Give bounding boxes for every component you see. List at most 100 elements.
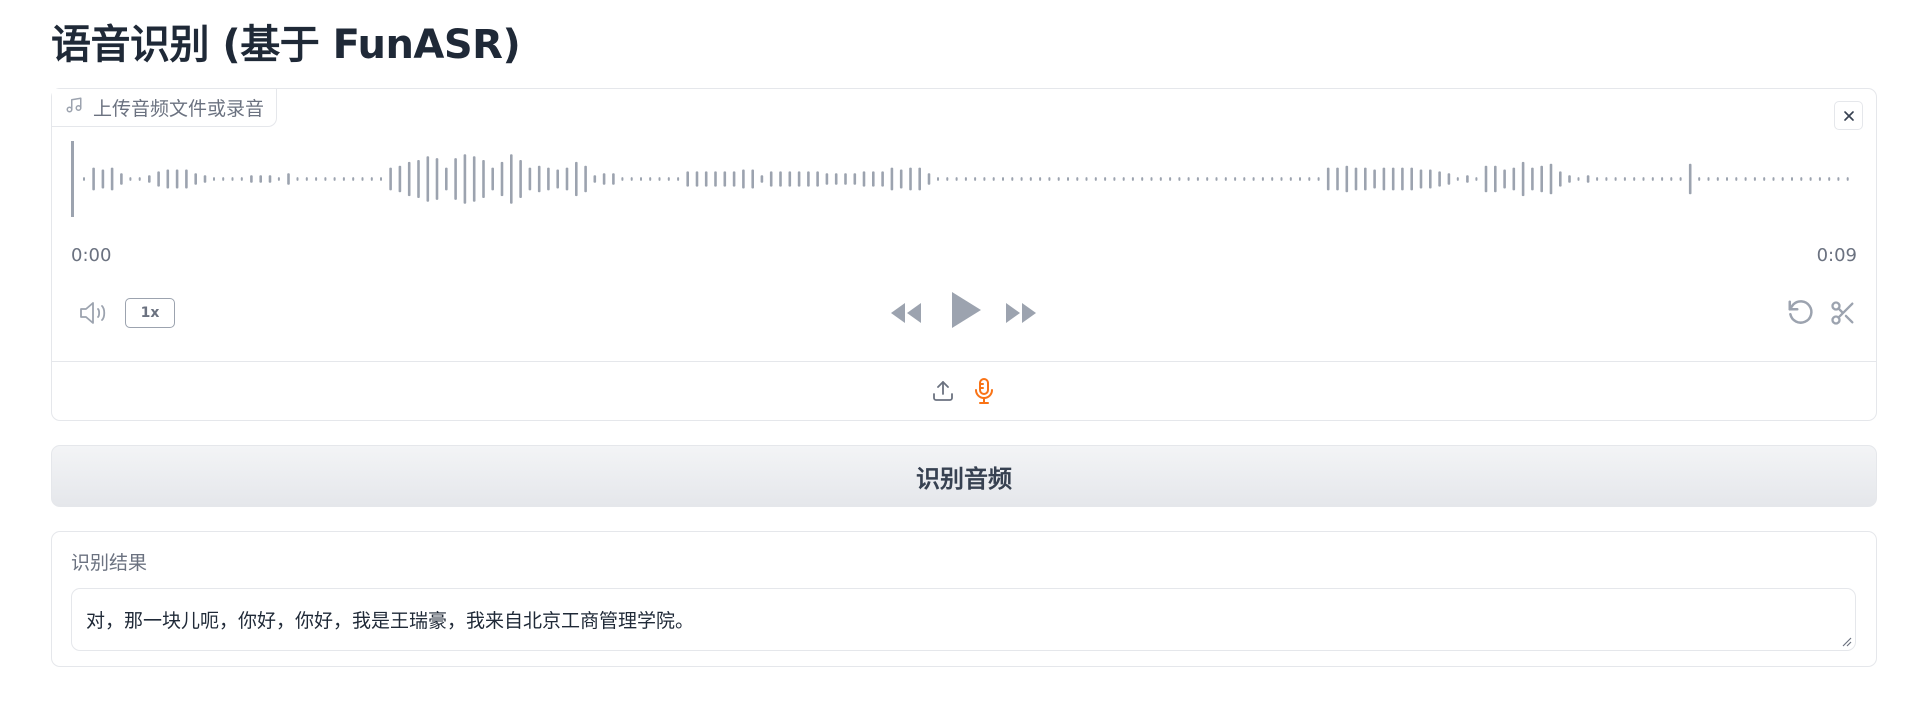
- waveform-bar: [1085, 177, 1088, 181]
- waveform-bar: [110, 167, 114, 191]
- recognize-audio-button[interactable]: 识别音频: [51, 445, 1877, 507]
- play-button[interactable]: [943, 287, 989, 333]
- waveform-bar: [992, 177, 995, 181]
- waveform-bar: [1475, 177, 1478, 181]
- waveform-bar: [324, 177, 327, 181]
- waveform-bar: [1326, 167, 1330, 191]
- waveform-bar: [779, 171, 782, 187]
- waveform-bar: [946, 177, 949, 181]
- waveform-bar: [83, 177, 85, 181]
- waveform-bar: [287, 173, 290, 185]
- waveform-bar: [1280, 177, 1283, 181]
- waveform-bar: [222, 177, 225, 181]
- waveform-bar: [194, 173, 197, 185]
- close-icon: [1843, 110, 1854, 121]
- fast-forward-button[interactable]: [1003, 295, 1039, 331]
- waveform-bar: [1726, 177, 1728, 181]
- resize-grip-icon[interactable]: [1840, 635, 1852, 647]
- waveform-bar: [1772, 177, 1775, 181]
- waveform-bar: [1447, 173, 1451, 185]
- waveform-bar: [407, 161, 411, 197]
- waveform[interactable]: [71, 141, 1856, 217]
- audio-input-panel: 上传音频文件或录音 0:00 0:09 1x: [51, 88, 1877, 421]
- waveform-bar: [101, 169, 105, 189]
- waveform-bar: [1688, 163, 1692, 195]
- waveform-bar: [621, 177, 624, 181]
- microphone-source-button[interactable]: [968, 373, 1000, 409]
- waveform-bar: [1308, 177, 1311, 181]
- waveform-bar: [844, 173, 847, 185]
- waveform-bar: [1336, 167, 1339, 191]
- upload-source-button[interactable]: [927, 375, 959, 407]
- waveform-bar: [686, 171, 689, 187]
- clear-audio-button[interactable]: [1834, 101, 1863, 130]
- waveform-bar: [1698, 177, 1701, 181]
- result-text: 对，那一块儿呃，你好，你好，我是王瑞豪，我来自北京工商管理学院。: [86, 610, 695, 632]
- waveform-bar: [389, 167, 392, 191]
- waveform-bar: [231, 177, 234, 181]
- waveform-bar: [1438, 171, 1441, 187]
- waveform-bar: [1605, 177, 1608, 181]
- waveform-bar: [417, 160, 420, 198]
- rewind-button[interactable]: [888, 295, 924, 331]
- waveform-bar: [1364, 167, 1367, 191]
- waveform-bar: [1781, 177, 1784, 181]
- waveform-bar: [1224, 177, 1227, 181]
- waveform-bar: [1596, 177, 1599, 181]
- waveform-bar: [890, 167, 894, 191]
- result-panel: 识别结果 对，那一块儿呃，你好，你好，我是王瑞豪，我来自北京工商管理学院。: [51, 531, 1877, 667]
- waveform-bar: [1670, 177, 1673, 181]
- waveform-bar: [352, 177, 355, 181]
- waveform-bar: [1206, 177, 1209, 181]
- waveform-bar: [1809, 177, 1812, 181]
- waveform-bar: [1345, 165, 1349, 193]
- waveform-bar: [213, 177, 215, 181]
- waveform-bar: [1141, 177, 1144, 181]
- waveform-bar: [556, 169, 559, 189]
- upload-icon: [933, 381, 953, 401]
- waveform-bar: [1559, 171, 1562, 187]
- waveform-bar: [1150, 177, 1153, 181]
- waveform-bar: [1113, 177, 1116, 181]
- volume-button[interactable]: [77, 295, 113, 331]
- audio-input-label-text: 上传音频文件或录音: [93, 98, 265, 120]
- waveform-bar: [1104, 177, 1107, 181]
- waveform-bar: [1818, 177, 1821, 181]
- fast-forward-icon: [1006, 303, 1036, 323]
- waveform-bar: [630, 177, 633, 181]
- undo-button[interactable]: [1783, 295, 1819, 331]
- play-icon: [952, 292, 981, 328]
- waveform-bar: [1094, 177, 1097, 181]
- waveform-bar: [435, 158, 439, 200]
- rewind-icon: [891, 303, 921, 323]
- waveform-bar: [1846, 177, 1849, 181]
- result-textarea[interactable]: 对，那一块儿呃，你好，你好，我是王瑞豪，我来自北京工商管理学院。: [71, 588, 1856, 651]
- page-title: 语音识别 (基于 FunASR): [51, 22, 521, 68]
- playback-rate-button[interactable]: 1x: [125, 298, 175, 328]
- result-label: 识别结果: [71, 552, 148, 574]
- waveform-bar: [1122, 177, 1125, 181]
- waveform-bar: [398, 165, 402, 193]
- waveform-bar: [482, 160, 485, 198]
- waveform-bar: [537, 165, 541, 193]
- waveform-bar: [714, 171, 717, 187]
- waveform-bar: [667, 177, 670, 181]
- trim-button[interactable]: [1825, 295, 1861, 331]
- waveform-bar: [120, 173, 123, 185]
- waveform-bar: [148, 175, 151, 183]
- waveform-bar: [1243, 177, 1246, 181]
- waveform-bar: [1131, 177, 1134, 181]
- waveform-bar: [500, 161, 504, 197]
- waveform-bar: [519, 160, 522, 198]
- waveform-bar: [593, 175, 597, 183]
- waveform-bar: [1837, 177, 1840, 181]
- waveform-bar: [1466, 175, 1469, 183]
- waveform-bar: [1716, 177, 1719, 181]
- waveform-bar: [1568, 175, 1571, 183]
- waveform-bar: [612, 173, 615, 185]
- waveform-bar: [677, 177, 680, 181]
- playhead-cursor[interactable]: [71, 141, 74, 217]
- waveform-bar: [853, 173, 857, 185]
- waveform-bar: [1419, 169, 1423, 189]
- music-note-icon: [65, 96, 83, 119]
